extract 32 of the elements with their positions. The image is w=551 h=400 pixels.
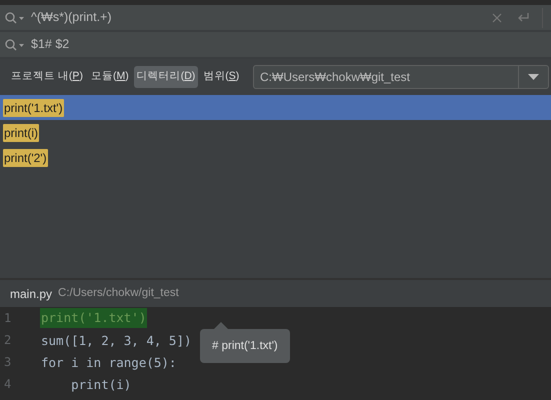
file-name: main.py <box>10 286 52 302</box>
file-path: C:/Users/chokw/git_test <box>58 286 179 301</box>
line-number: 4 <box>3 378 12 390</box>
result-row[interactable]: print('1.txt') <box>0 95 551 120</box>
result-row[interactable]: print(i) <box>0 120 551 145</box>
search-icon[interactable] <box>5 12 25 24</box>
line-number: 1 <box>3 312 12 324</box>
match-text: print(i) <box>3 124 40 142</box>
directory-dropdown[interactable]: C:₩Users₩chokw₩git_test <box>253 65 549 89</box>
newline-icon[interactable] <box>516 12 530 24</box>
search-field[interactable]: ^(₩s*)(print.+) <box>0 5 551 32</box>
caret-icon <box>528 74 539 80</box>
line-number: 2 <box>3 334 12 346</box>
code-line: for i in range(5): <box>40 356 178 368</box>
line-number: 3 <box>3 356 12 368</box>
search-icon[interactable] <box>5 38 25 50</box>
code-line: print(i) <box>70 378 132 390</box>
search-field[interactable]: ^(₩s*)(print.+) <box>31 8 486 27</box>
replace-field[interactable]: $1# $2 <box>31 35 551 54</box>
close-icon[interactable] <box>492 12 502 22</box>
result-row[interactable]: print('2') <box>0 145 551 170</box>
tooltip: # print('1.txt') <box>200 329 290 363</box>
scope-tab[interactable]: 프로젝트 내(P) <box>8 66 86 88</box>
match-text: print('1.txt') <box>3 98 64 116</box>
scope-tab[interactable]: 디렉터리(D) <box>134 66 198 88</box>
tooltip-arrow <box>214 322 228 329</box>
code-line: sum([1, 2, 3, 4, 5]) <box>40 334 193 346</box>
scope-tab[interactable]: 모듈(M) <box>88 66 132 88</box>
directory-field[interactable]: C:₩Users₩chokw₩git_test <box>254 66 518 88</box>
replace-field[interactable]: $1# $2 <box>0 32 551 59</box>
scope-tab[interactable]: 범위(S) <box>200 66 242 88</box>
match-text: print('2') <box>3 148 48 166</box>
